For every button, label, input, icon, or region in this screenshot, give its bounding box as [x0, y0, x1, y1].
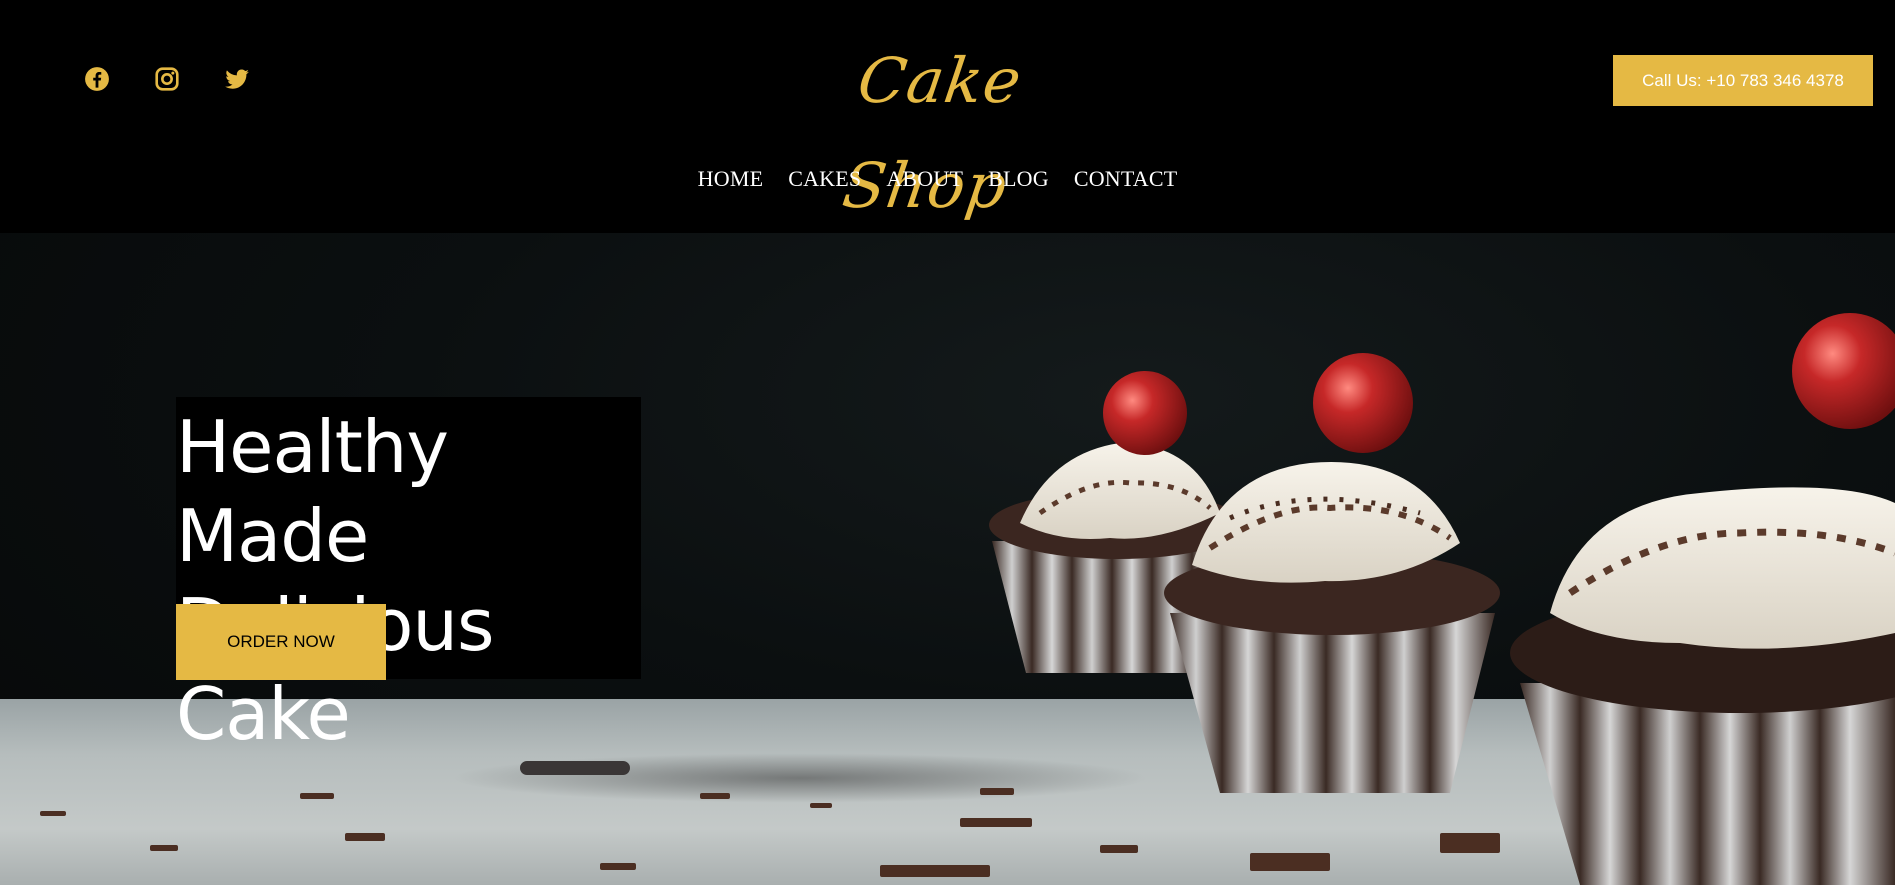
chocolate-crumb: [880, 865, 990, 877]
page: Cake Shop Call Us: +10 783 346 4378 HOME…: [0, 0, 1895, 885]
chocolate-crumb: [40, 811, 66, 816]
hero-title: Healthy Made Delicious Cake: [176, 403, 646, 759]
cupcakes-image: [989, 313, 1895, 885]
order-now-button[interactable]: ORDER NOW: [176, 604, 386, 680]
site-header: Cake Shop Call Us: +10 783 346 4378 HOME…: [0, 0, 1895, 233]
nav-item-cakes[interactable]: CAKES: [788, 164, 861, 194]
chocolate-crumb: [520, 761, 630, 775]
site-logo[interactable]: Cake Shop: [793, 28, 1088, 222]
social-links: [84, 66, 250, 92]
call-us-button[interactable]: Call Us: +10 783 346 4378: [1613, 55, 1873, 106]
hero-text-card: Healthy Made Delicious Cake ORDER NOW: [176, 397, 641, 756]
chocolate-crumb: [345, 833, 385, 841]
chocolate-crumb: [700, 793, 730, 799]
hero-section: Healthy Made Delicious Cake ORDER NOW: [0, 233, 1895, 885]
facebook-icon[interactable]: [84, 66, 110, 92]
instagram-icon[interactable]: [154, 66, 180, 92]
nav-item-home[interactable]: HOME: [698, 164, 764, 194]
nav-item-contact[interactable]: CONTACT: [1074, 164, 1178, 194]
chocolate-crumb: [150, 845, 178, 851]
hero-title-line-1: Healthy Made: [176, 405, 449, 578]
chocolate-crumb: [600, 863, 636, 870]
main-nav: HOME CAKES ABOUT BLOG CONTACT: [0, 164, 1895, 194]
chocolate-crumb: [810, 803, 832, 808]
chocolate-crumb: [300, 793, 334, 799]
nav-item-about[interactable]: ABOUT: [886, 164, 963, 194]
nav-item-blog[interactable]: BLOG: [988, 164, 1049, 194]
twitter-icon[interactable]: [224, 66, 250, 92]
